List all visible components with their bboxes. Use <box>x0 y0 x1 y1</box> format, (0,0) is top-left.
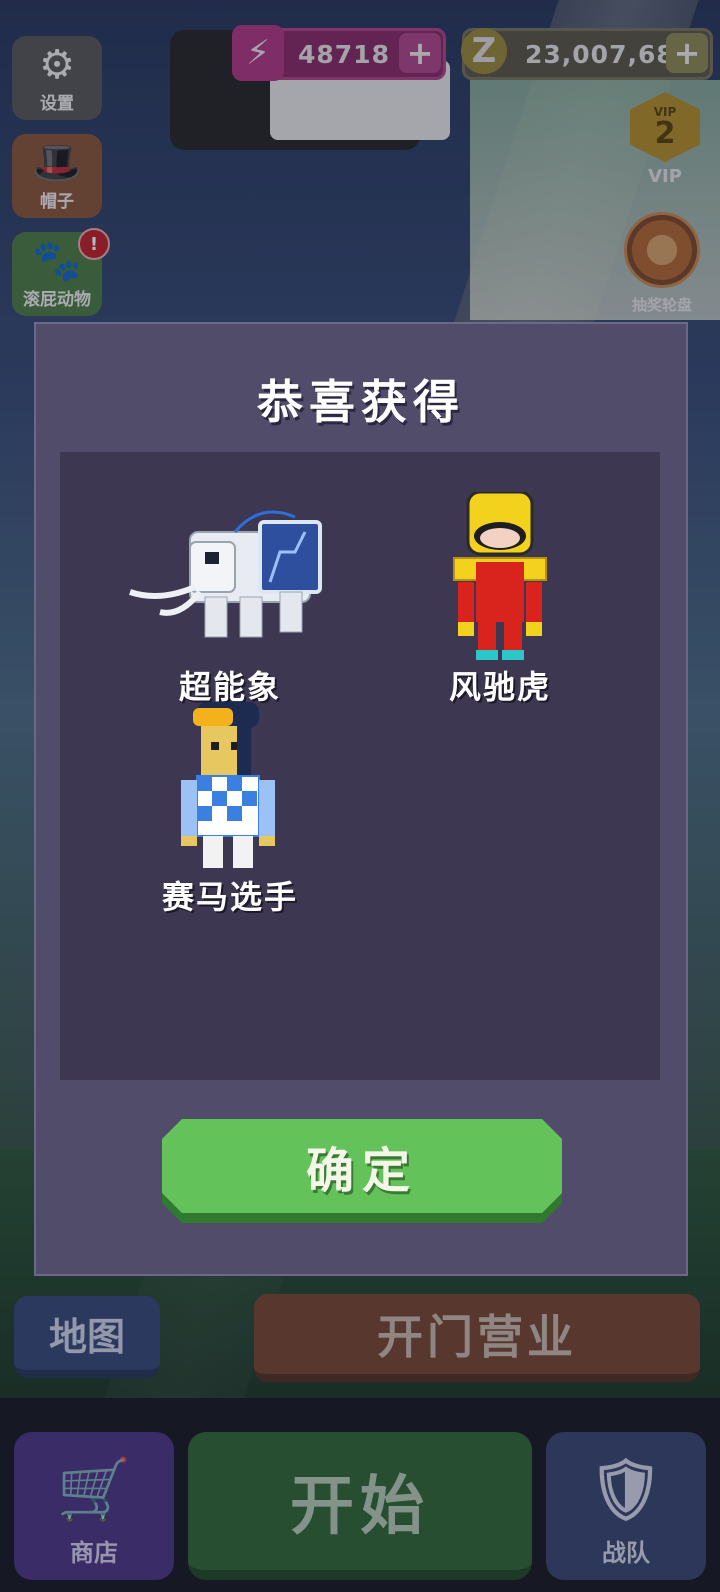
dialog-title: 恭喜获得 <box>257 375 465 429</box>
confirm-label: 确定 <box>162 1119 562 1213</box>
tiger-hero-icon <box>453 492 547 660</box>
reward-name: 风驰虎 <box>448 668 551 706</box>
reward-item-tiger: 风驰虎 <box>390 492 610 712</box>
reward-item-elephant: 超能象 <box>120 492 340 712</box>
jockey-icon <box>181 702 275 868</box>
reward-name: 赛马选手 <box>161 878 298 916</box>
reward-dialog: 恭喜获得 超能象 风驰虎 赛马选手 确定 <box>34 322 688 1276</box>
reward-item-jockey: 赛马选手 <box>120 702 340 922</box>
reward-panel: 超能象 风驰虎 赛马选手 <box>60 452 660 1080</box>
confirm-button[interactable]: 确定 <box>162 1119 562 1219</box>
mech-elephant-icon <box>129 510 322 638</box>
